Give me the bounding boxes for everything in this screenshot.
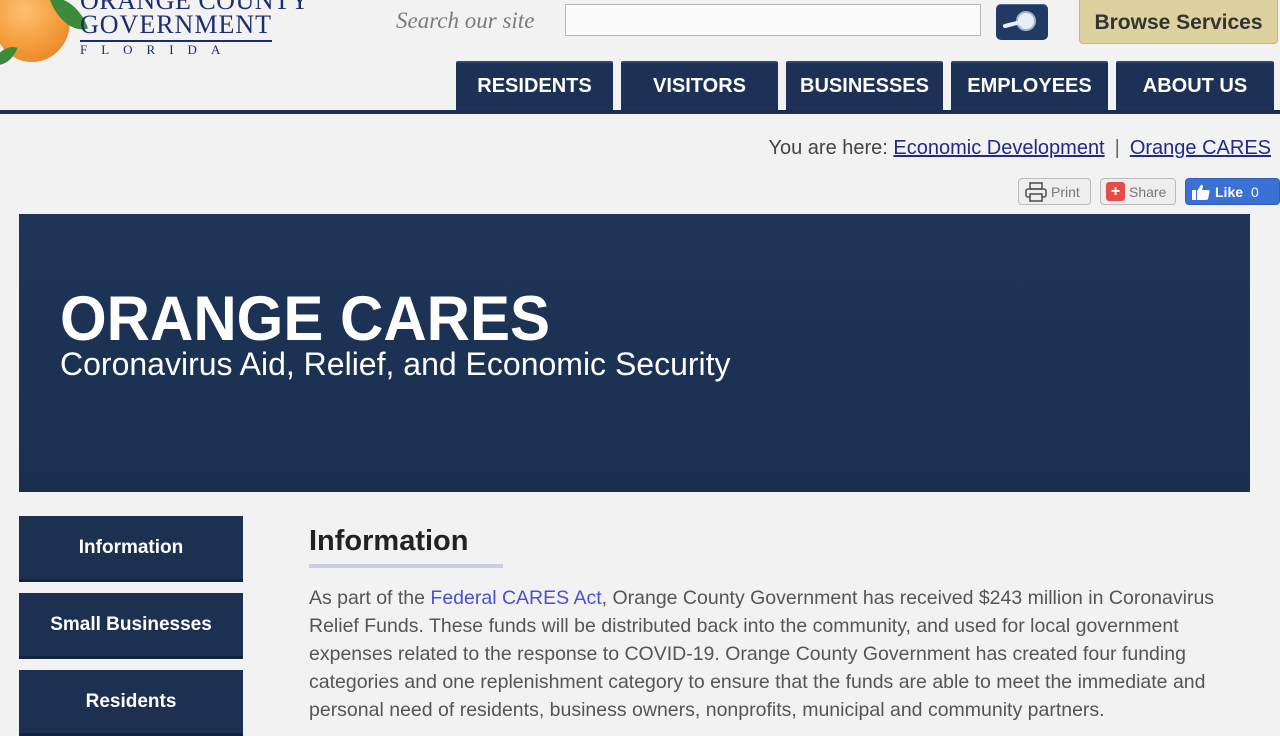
sidebar-item-residents[interactable]: Residents [19, 670, 243, 736]
magnifier-icon [1003, 11, 1036, 31]
print-label: Print [1051, 183, 1080, 200]
browse-services-button[interactable]: Browse Services [1079, 0, 1278, 44]
federal-cares-act-link[interactable]: Federal CARES Act [430, 587, 601, 609]
heading-underline [309, 564, 503, 568]
nav-about-us[interactable]: ABOUT US [1116, 61, 1274, 110]
logo-wordmark: ORANGE COUNTY GOVERNMENT FLORIDA [80, 0, 309, 56]
site-header: ORANGE COUNTY GOVERNMENT FLORIDA Search … [0, 0, 1280, 114]
nav-businesses[interactable]: BUSINESSES [786, 61, 943, 110]
sidebar-item-information[interactable]: Information [19, 516, 243, 582]
breadcrumb-separator: | [1114, 137, 1120, 159]
search-label: Search our site [396, 8, 535, 33]
like-count: 0 [1251, 183, 1259, 200]
info-paragraph: As part of the Federal CARES Act, Orange… [309, 584, 1249, 724]
sidebar-item-small-businesses[interactable]: Small Businesses [19, 593, 243, 659]
breadcrumb-orange-cares[interactable]: Orange CARES [1130, 137, 1271, 159]
like-button[interactable]: Like 0 [1185, 178, 1280, 205]
thumbs-up-icon [1192, 184, 1210, 200]
page-subtitle: Coronavirus Aid, Relief, and Economic Se… [60, 346, 731, 382]
nav-residents[interactable]: RESIDENTS [456, 61, 613, 110]
nav-employees[interactable]: EMPLOYEES [951, 61, 1108, 110]
share-label: Share [1129, 183, 1167, 200]
printer-icon [1025, 181, 1047, 202]
breadcrumb-prefix: You are here: [768, 137, 888, 159]
logo-line-government: GOVERNMENT [80, 10, 272, 39]
share-button[interactable]: + Share [1100, 178, 1176, 205]
nav-visitors[interactable]: VISITORS [621, 61, 778, 110]
search-button[interactable] [996, 4, 1048, 40]
search-input[interactable] [565, 4, 981, 36]
breadcrumb-economic-development[interactable]: Economic Development [893, 137, 1104, 159]
paragraph-text-start: As part of the [309, 587, 431, 609]
page-tools: Print + Share Like 0 [1018, 178, 1280, 205]
print-button[interactable]: Print [1018, 178, 1091, 205]
section-heading: Information [309, 525, 469, 557]
breadcrumb: You are here: Economic Development | Orang… [768, 137, 1271, 160]
page-title: ORANGE CARES [60, 283, 551, 354]
main-nav: RESIDENTS VISITORS BUSINESSES EMPLOYEES … [456, 61, 1274, 110]
plus-icon: + [1106, 182, 1125, 201]
hero-banner: ORANGE CARES Coronavirus Aid, Relief, an… [19, 214, 1250, 492]
like-label: Like [1215, 183, 1244, 200]
logo-line-florida: FLORIDA [80, 40, 272, 56]
header-divider [0, 110, 1280, 114]
